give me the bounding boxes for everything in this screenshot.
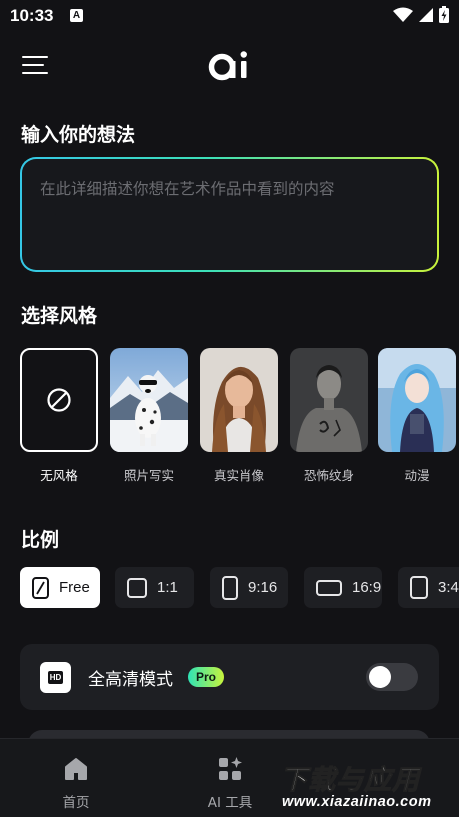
style-section-title: 选择风格 (21, 305, 98, 327)
watermark-title: 下载与应用 (280, 765, 420, 797)
status-icons (393, 6, 449, 23)
home-icon (65, 758, 87, 780)
style-label: 真实肖像 (213, 468, 264, 483)
prompt-input-frame: 在此详细描述你想在艺术作品中看到的内容 (20, 157, 439, 272)
nav-label-home: 首页 (62, 795, 90, 811)
battery-icon (439, 6, 449, 23)
hd-mode-label: 全高清模式 (88, 670, 173, 690)
ratio-chip-9-16[interactable]: 9:16 (210, 567, 288, 608)
ratio-label: 3:4 (438, 579, 459, 596)
style-list: 无风格 照片写实 真实肖像 恐怖纹身 动漫 (20, 348, 459, 488)
ratio-chip-free[interactable]: Free (20, 567, 100, 608)
style-item-portrait[interactable]: 真实肖像 (200, 348, 278, 484)
style-thumb-horror-tattoo (290, 348, 368, 452)
ratio-chip-16-9[interactable]: 16:9 (304, 567, 382, 608)
ratio-label: Free (59, 579, 90, 596)
landscape-ratio-icon (316, 579, 342, 596)
toggle-knob (369, 666, 391, 688)
hd-mode-toggle[interactable] (366, 663, 418, 691)
style-label: 无风格 (40, 468, 78, 483)
style-item-none[interactable]: 无风格 (20, 348, 98, 484)
style-item-anime[interactable]: 动漫 (378, 348, 456, 484)
no-style-icon (47, 388, 71, 412)
hd-mode-card: HD 全高清模式 Pro (20, 644, 439, 710)
ratio-label: 1:1 (157, 579, 178, 596)
signal-icon (419, 7, 433, 22)
nav-item-home[interactable]: 首页 (36, 755, 116, 811)
style-label: 照片写实 (123, 468, 174, 483)
status-time: 10:33 (10, 6, 54, 25)
ratio-label: 9:16 (248, 579, 278, 596)
a-badge-icon: A (70, 9, 83, 22)
style-item-horror-tattoo[interactable]: 恐怖纹身 (290, 348, 368, 484)
ai-tools-icon (219, 757, 242, 780)
status-bar: 10:33 A (0, 0, 459, 32)
style-thumb-none (20, 348, 98, 452)
portrait-ratio-icon (222, 575, 238, 600)
free-ratio-icon (32, 576, 49, 599)
hd-icon: HD (40, 662, 71, 693)
prompt-input[interactable]: 在此详细描述你想在艺术作品中看到的内容 (22, 159, 437, 270)
square-ratio-icon (127, 577, 147, 598)
prompt-section-title: 输入你的想法 (21, 124, 136, 146)
ai-logo (208, 51, 247, 81)
style-label: 恐怖纹身 (303, 468, 354, 483)
style-item-photoreal[interactable]: 照片写实 (110, 348, 188, 484)
style-label: 动漫 (404, 468, 430, 483)
watermark: 下载与应用 www.xiazaiinao.com (274, 756, 459, 817)
ratio-chip-3-4[interactable]: 3:4 (398, 567, 459, 608)
style-thumb-anime (378, 348, 456, 452)
hamburger-menu-icon[interactable] (22, 56, 50, 78)
ratio-label: 16:9 (352, 579, 382, 596)
portrait-ratio-icon (410, 576, 428, 599)
ratio-list: Free 1:1 9:16 16:9 3:4 (20, 567, 459, 609)
watermark-url: www.xiazaiinao.com (282, 794, 432, 810)
nav-label-ai-tools: AI 工具 (207, 795, 253, 811)
style-thumb-photoreal (110, 348, 188, 452)
nav-item-ai-tools[interactable]: AI 工具 (190, 755, 270, 811)
ratio-chip-1-1[interactable]: 1:1 (115, 567, 194, 608)
pro-badge: Pro (188, 667, 225, 687)
wifi-icon (393, 7, 413, 22)
ratio-section-title: 比例 (21, 529, 60, 551)
style-thumb-portrait (200, 348, 278, 452)
